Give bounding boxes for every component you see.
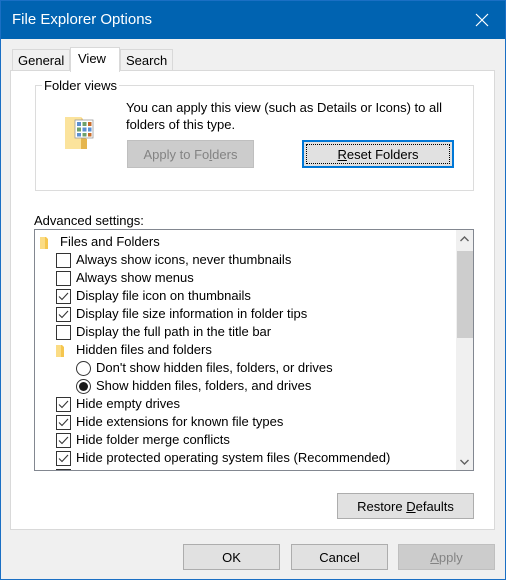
close-icon [475, 13, 489, 27]
cancel-label: Cancel [319, 549, 360, 565]
tree-checkbox-row[interactable]: Always show icons, never thumbnails [56, 251, 291, 269]
checkbox-unchecked[interactable] [56, 252, 71, 268]
folder-views-icon [65, 117, 94, 149]
close-button[interactable] [459, 1, 505, 39]
tree-item-label: Display the full path in the title bar [76, 324, 272, 339]
checkbox-checked[interactable] [56, 288, 71, 304]
tab-view-label: View [78, 51, 106, 66]
tree-item-label: Hidden files and folders [76, 342, 212, 357]
folder-icon [40, 236, 48, 249]
checkbox-checked[interactable] [56, 306, 71, 322]
tree-checkbox-row[interactable]: Hide extensions for known file types [56, 413, 283, 431]
checkmark-icon [58, 418, 69, 426]
apply-to-folders-label-post: ders [212, 146, 238, 162]
advanced-settings-tree[interactable]: Files and Folders Always show icons, neve… [34, 229, 474, 471]
tab-view[interactable]: View [70, 47, 120, 72]
restore-defaults-label-post: efaults [415, 498, 454, 514]
tree-radio-row[interactable]: Show hidden files, folders, and drives [76, 377, 311, 395]
apply-button[interactable]: Apply [398, 544, 495, 570]
checkbox-checked[interactable] [56, 432, 71, 448]
tree-checkbox-row[interactable]: Hide empty drives [56, 395, 180, 413]
tree-checkbox-row[interactable]: Display file icon on thumbnails [56, 287, 251, 305]
tree-radio-row[interactable]: Don't show hidden files, folders, or dri… [76, 359, 333, 377]
apply-mnemonic: A [430, 549, 439, 565]
reset-folders-button[interactable]: Reset Folders [302, 140, 454, 168]
cancel-button[interactable]: Cancel [291, 544, 388, 570]
folder-views-group: Folder views You can apply this view (su… [35, 78, 474, 191]
tab-search[interactable]: Search [120, 49, 174, 71]
tab-search-label: Search [126, 53, 168, 68]
file-explorer-options-dialog: File Explorer Options General View Searc… [0, 0, 506, 580]
checkmark-icon [58, 436, 69, 444]
tree-item-label: Display file size information in folder … [76, 306, 308, 321]
tree-checkbox-row[interactable]: Hide protected operating system files (R… [56, 449, 390, 467]
ok-label: OK [222, 549, 241, 565]
radio-dot [79, 381, 88, 391]
tree-checkbox-row[interactable]: Always show menus [56, 269, 194, 287]
apply-to-folders-button[interactable]: Apply to Fo l ders [127, 140, 254, 168]
tree-item-label: Files and Folders [60, 234, 160, 249]
tree-checkbox-row[interactable]: Hide folder merge conflicts [56, 431, 230, 449]
scroll-down-button[interactable] [456, 453, 473, 470]
tree-checkbox-row[interactable]: Display file size information in folder … [56, 305, 307, 323]
window-title: File Explorer Options [12, 11, 153, 28]
checkmark-icon [58, 400, 69, 408]
chevron-down-icon [460, 459, 469, 465]
apply-label: pply [438, 549, 463, 565]
checkmark-icon [58, 292, 69, 300]
checkbox-unchecked[interactable] [56, 270, 71, 286]
advanced-settings-label: Advanced settings: [34, 213, 144, 228]
folder-views-legend: Folder views [42, 78, 119, 93]
ok-button[interactable]: OK [183, 544, 280, 570]
tree-item-label: Display file icon on thumbnails [76, 288, 251, 303]
restore-defaults-mnemonic: D [406, 498, 416, 514]
view-tab-panel: Folder views You can apply this view (su… [10, 70, 495, 530]
restore-defaults-button[interactable]: Restore Defaults [337, 493, 474, 519]
radio-unselected[interactable] [76, 360, 91, 376]
chevron-up-icon [460, 235, 469, 241]
checkbox-partial[interactable] [56, 468, 71, 470]
radio-selected[interactable] [76, 378, 91, 394]
tab-general[interactable]: General [12, 49, 71, 71]
tree-item-label: Always show icons, never thumbnails [76, 252, 292, 267]
tree-folder-row: Files and Folders [40, 233, 160, 251]
title-bar: File Explorer Options [1, 1, 505, 39]
checkbox-unchecked[interactable] [56, 324, 71, 340]
tree-item-label: Always show menus [76, 270, 194, 285]
restore-defaults-label-pre: Restore [357, 498, 407, 514]
focus-rectangle [306, 144, 450, 164]
tab-general-label: General [18, 53, 65, 68]
apply-to-folders-label-pre: Apply to Fo [143, 146, 210, 162]
checkmark-icon [58, 454, 69, 462]
scroll-up-button[interactable] [456, 230, 473, 247]
tree-checkbox-row[interactable]: Display the full path in the title bar [56, 323, 271, 341]
folder-views-description: You can apply this view (such as Details… [126, 100, 443, 132]
tree-item-label: Don't show hidden files, folders, or dri… [96, 360, 333, 375]
tree-item-label: Hide folder merge conflicts [76, 432, 230, 447]
tree-item-label: Hide protected operating system files (R… [76, 450, 391, 465]
tree-folder-row: Hidden files and folders [56, 341, 212, 359]
checkbox-checked[interactable] [56, 396, 71, 412]
checkbox-checked[interactable] [56, 450, 71, 466]
vertical-scrollbar[interactable] [456, 230, 473, 470]
tree-item-label: Hide empty drives [76, 396, 181, 411]
tree-row-partial[interactable] [56, 467, 76, 470]
checkmark-icon [58, 310, 69, 318]
tree-item-label: Hide extensions for known file types [76, 414, 284, 429]
scrollbar-thumb[interactable] [457, 251, 473, 338]
tree-item-label: Show hidden files, folders, and drives [96, 378, 312, 393]
folder-icon [56, 344, 64, 357]
checkbox-checked[interactable] [56, 414, 71, 430]
